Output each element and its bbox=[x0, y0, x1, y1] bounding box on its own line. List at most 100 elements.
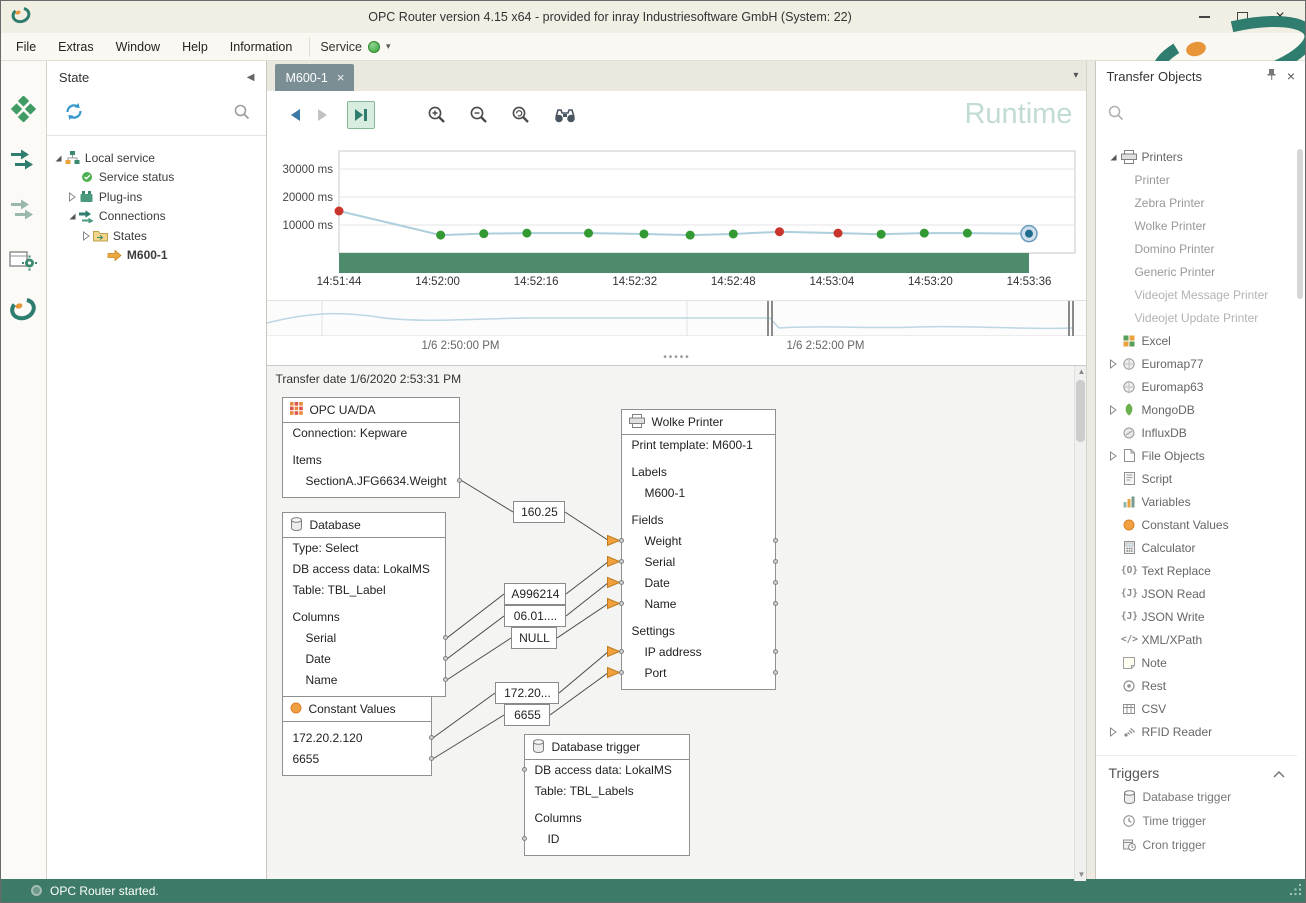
jump-to-latest-button[interactable] bbox=[347, 101, 375, 129]
expander-collapsed-icon[interactable] bbox=[1106, 359, 1120, 369]
menu-item-information[interactable]: Information bbox=[219, 35, 304, 59]
objects-scrollbar-thumb[interactable] bbox=[1297, 149, 1303, 299]
nav-router-swirl-icon[interactable] bbox=[8, 295, 38, 323]
menu-item-help[interactable]: Help bbox=[171, 35, 219, 59]
transfer-object-json-read[interactable]: {J}JSON Read bbox=[1096, 582, 1297, 605]
connector-dot bbox=[619, 559, 624, 564]
flow-node-opcua[interactable]: OPC UA/DAConnection: KepwareItemsSection… bbox=[282, 397, 460, 498]
transfer-object-csv[interactable]: CSV bbox=[1096, 697, 1297, 720]
transfer-object-note[interactable]: Note bbox=[1096, 651, 1297, 674]
state-tree-item-m600-1[interactable]: M600-1 bbox=[47, 246, 267, 266]
pin-icon[interactable] bbox=[1266, 68, 1277, 84]
minimize-button[interactable] bbox=[1189, 6, 1219, 28]
flow-node-printer[interactable]: Wolke PrinterPrint template: M600-1Label… bbox=[621, 409, 776, 690]
range-handle-left[interactable] bbox=[767, 301, 773, 336]
menu-item-window[interactable]: Window bbox=[105, 35, 171, 59]
range-handle-right[interactable] bbox=[1068, 301, 1074, 336]
tab-close-icon[interactable]: × bbox=[337, 71, 345, 84]
menu-item-file[interactable]: File bbox=[5, 35, 47, 59]
transfer-object-script[interactable]: Script bbox=[1096, 467, 1297, 490]
transfer-object-constant-values[interactable]: Constant Values bbox=[1096, 513, 1297, 536]
history-forward-button[interactable] bbox=[309, 101, 337, 129]
db-icon bbox=[290, 517, 303, 534]
transfer-duration-chart[interactable]: 30000 ms20000 ms10000 ms14:51:4414:52:00… bbox=[267, 138, 1086, 301]
state-tree-item-service-status[interactable]: Service status bbox=[47, 168, 267, 188]
transfer-object-excel[interactable]: Excel bbox=[1096, 329, 1297, 352]
state-tree-item-plug-ins[interactable]: Plug-ins bbox=[47, 187, 267, 207]
object-label: CSV bbox=[1141, 702, 1166, 716]
transfer-object-mongodb[interactable]: MongoDB bbox=[1096, 398, 1297, 421]
zoom-out-button[interactable] bbox=[465, 101, 493, 129]
expander-collapsed-icon[interactable] bbox=[1106, 451, 1120, 461]
scrollbar-thumb[interactable] bbox=[1076, 380, 1085, 442]
splitter-grip[interactable]: ••••• bbox=[267, 354, 1086, 362]
transfer-object-rfid-reader[interactable]: RFID Reader bbox=[1096, 720, 1297, 743]
transfer-object-rest[interactable]: Rest bbox=[1096, 674, 1297, 697]
transfer-object-generic-printer[interactable]: Generic Printer bbox=[1096, 260, 1297, 283]
flow-row-label: Weight bbox=[644, 534, 681, 548]
transfer-object-euromap77[interactable]: Euromap77 bbox=[1096, 352, 1297, 375]
expander-collapsed-icon[interactable] bbox=[67, 192, 79, 202]
refresh-icon[interactable] bbox=[63, 102, 85, 126]
transfer-object-videojet-update-printer[interactable]: Videojet Update Printer bbox=[1096, 306, 1297, 329]
scroll-up-icon[interactable]: ▲ bbox=[1075, 366, 1087, 378]
transfer-object-printers[interactable]: Printers bbox=[1096, 145, 1297, 168]
transfer-object-zebra-printer[interactable]: Zebra Printer bbox=[1096, 191, 1297, 214]
search-icon[interactable] bbox=[234, 104, 250, 125]
printer-icon bbox=[629, 414, 645, 431]
state-tree-item-states[interactable]: States bbox=[47, 226, 267, 246]
timeline-strip[interactable] bbox=[267, 301, 1086, 336]
find-binoculars-button[interactable] bbox=[551, 101, 579, 129]
trigger-cron-trigger[interactable]: Cron trigger bbox=[1096, 833, 1297, 857]
state-tree-item-local-service[interactable]: Local service bbox=[47, 148, 267, 168]
expander-collapsed-icon[interactable] bbox=[1106, 727, 1120, 737]
transfer-object-xml-xpath[interactable]: </>XML/XPath bbox=[1096, 628, 1297, 651]
zoom-reset-button[interactable] bbox=[507, 101, 535, 129]
menu-item-extras[interactable]: Extras bbox=[47, 35, 104, 59]
flow-node-dbtrigger[interactable]: Database triggerDB access data: LokalMST… bbox=[524, 734, 690, 856]
transfer-object-euromap63[interactable]: Euromap63 bbox=[1096, 375, 1297, 398]
scroll-down-icon[interactable]: ▼ bbox=[1075, 869, 1087, 881]
flow-node-row: M600-1 bbox=[622, 483, 775, 504]
history-back-button[interactable] bbox=[281, 101, 309, 129]
tab-list-dropdown-icon[interactable]: ▾ bbox=[1073, 70, 1078, 81]
objects-search-icon[interactable] bbox=[1108, 105, 1124, 126]
trigger-time-trigger[interactable]: Time trigger bbox=[1096, 809, 1297, 833]
transfer-object-videojet-message-printer[interactable]: Videojet Message Printer bbox=[1096, 283, 1297, 306]
maximize-button[interactable] bbox=[1227, 6, 1257, 28]
zoom-in-button[interactable] bbox=[423, 101, 451, 129]
nav-diamonds-icon[interactable] bbox=[8, 95, 38, 123]
service-menu[interactable]: Service ▾ bbox=[309, 37, 400, 57]
transfer-object-calculator[interactable]: Calculator bbox=[1096, 536, 1297, 559]
flow-node-database[interactable]: DatabaseType: SelectDB access data: Loka… bbox=[282, 512, 446, 697]
transfer-object-wolke-printer[interactable]: Wolke Printer bbox=[1096, 214, 1297, 237]
nav-transfer-arrows-icon[interactable] bbox=[8, 145, 38, 173]
transfer-object-influxdb[interactable]: InfluxDB bbox=[1096, 421, 1297, 444]
panel-close-icon[interactable]: × bbox=[1287, 68, 1295, 84]
tree-item-label: M600-1 bbox=[127, 248, 168, 262]
state-tree-item-connections[interactable]: Connections bbox=[47, 207, 267, 227]
expander-expanded-icon[interactable] bbox=[67, 211, 79, 221]
transfer-object-domino-printer[interactable]: Domino Printer bbox=[1096, 237, 1297, 260]
panel-splitter[interactable] bbox=[1087, 61, 1095, 881]
expander-collapsed-icon[interactable] bbox=[1106, 405, 1120, 415]
nav-service-box-gear-icon[interactable] bbox=[8, 245, 38, 273]
tab-m600-1[interactable]: M600-1 × bbox=[275, 64, 354, 91]
expander-collapsed-icon[interactable] bbox=[81, 231, 93, 241]
trigger-database-trigger[interactable]: Database trigger bbox=[1096, 785, 1297, 809]
transfer-object-file-objects[interactable]: File Objects bbox=[1096, 444, 1297, 467]
expander-expanded-icon[interactable] bbox=[1106, 152, 1120, 162]
transfer-object-printer[interactable]: Printer bbox=[1096, 168, 1297, 191]
nav-templates-arrows-icon[interactable] bbox=[8, 195, 38, 223]
expander-expanded-icon[interactable] bbox=[53, 153, 65, 163]
transfer-object-json-write[interactable]: {J}JSON Write bbox=[1096, 605, 1297, 628]
triggers-section-header[interactable]: Triggers bbox=[1096, 755, 1297, 785]
collapse-panel-icon[interactable]: ◀ bbox=[247, 72, 255, 83]
object-label: Script bbox=[1141, 472, 1172, 486]
transfer-object-variables[interactable]: Variables bbox=[1096, 490, 1297, 513]
resize-grip[interactable] bbox=[1290, 884, 1302, 899]
close-button[interactable]: × bbox=[1265, 6, 1295, 28]
flow-node-constants[interactable]: Constant Values172.20.2.1206655 bbox=[282, 696, 432, 776]
transfer-object-text-replace[interactable]: {O}Text Replace bbox=[1096, 559, 1297, 582]
detail-vertical-scrollbar[interactable]: ▲ ▼ bbox=[1074, 366, 1086, 881]
